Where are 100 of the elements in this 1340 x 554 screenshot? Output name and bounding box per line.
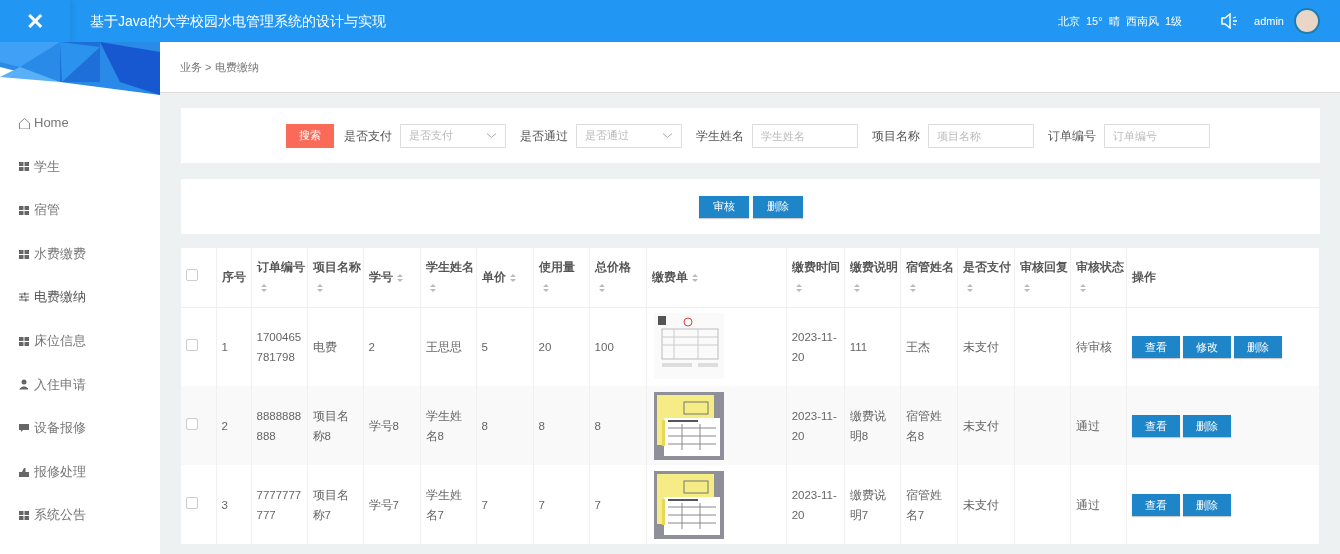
- thumb-icon: [18, 465, 30, 478]
- search-button[interactable]: 搜索: [285, 123, 334, 148]
- table-cell: 20: [538, 340, 552, 353]
- column-header[interactable]: 订单编号: [256, 257, 305, 278]
- table-cell: 未支付: [962, 419, 999, 432]
- app-title: 基于Java的大学校园水电管理系统的设计与实现: [90, 11, 386, 31]
- column-header: 序号: [221, 269, 246, 286]
- toolbar-button[interactable]: 审核: [698, 195, 749, 218]
- grid-icon: [18, 247, 30, 260]
- table-cell: 1: [221, 340, 228, 353]
- sidebar-item[interactable]: Home: [0, 101, 160, 145]
- column-header[interactable]: 学生姓名: [425, 257, 474, 278]
- table-cell: 2: [221, 419, 228, 432]
- grid-icon: [18, 204, 30, 216]
- sidebar-item[interactable]: 入住申请: [0, 362, 160, 407]
- grid-icon: [18, 334, 30, 347]
- column-header[interactable]: 总价格: [594, 257, 631, 278]
- table-cell: 学号7: [368, 498, 399, 511]
- sort-icon[interactable]: [541, 283, 550, 294]
- user-name[interactable]: admin: [1254, 12, 1284, 30]
- sort-icon[interactable]: [794, 283, 803, 294]
- row-checkbox[interactable]: [186, 417, 198, 430]
- column-header[interactable]: 宿管姓名: [905, 257, 954, 278]
- speaker-icon[interactable]: [1220, 13, 1239, 29]
- table-cell: 7777777777: [256, 488, 302, 521]
- column-header[interactable]: 单价: [481, 267, 506, 288]
- toolbar-button[interactable]: 删除: [752, 195, 803, 218]
- sort-icon[interactable]: [852, 283, 861, 294]
- table-cell: 5: [481, 340, 488, 353]
- column-header[interactable]: 审核状态: [1075, 257, 1124, 278]
- sort-icon[interactable]: [428, 283, 437, 294]
- sort-icon[interactable]: [315, 283, 324, 294]
- action-button[interactable]: 删除: [1182, 414, 1231, 437]
- select-all-checkbox[interactable]: [186, 269, 198, 282]
- table-cell: 8: [538, 419, 545, 432]
- column-header[interactable]: 缴费时间: [791, 257, 840, 278]
- action-button[interactable]: 修改: [1182, 335, 1231, 358]
- action-button[interactable]: 查看: [1131, 335, 1180, 358]
- sort-icon[interactable]: [690, 273, 699, 284]
- sort-icon[interactable]: [1022, 283, 1031, 294]
- sidebar-item[interactable]: 宿管: [0, 188, 160, 232]
- field-label: 项目名称: [871, 127, 920, 145]
- table-cell: 8888888888: [256, 409, 302, 442]
- table-cell: 2: [368, 340, 375, 353]
- table-cell: 缴费说明7: [849, 488, 886, 521]
- row-checkbox[interactable]: [186, 496, 198, 509]
- table-cell: 王杰: [905, 340, 930, 353]
- table-cell: 8: [594, 419, 601, 432]
- table-cell: 2023-11-20: [791, 409, 837, 442]
- sort-icon[interactable]: [965, 283, 974, 294]
- sidebar-item[interactable]: 报修处理: [0, 449, 160, 494]
- table-cell: 111: [849, 340, 868, 353]
- table-cell: 8: [481, 419, 488, 432]
- sort-icon[interactable]: [395, 273, 404, 284]
- column-header[interactable]: 是否支付: [962, 257, 1011, 278]
- comment-icon: [18, 421, 30, 434]
- table-cell: 通过: [1075, 419, 1100, 432]
- field-label: 订单编号: [1047, 127, 1096, 145]
- sort-icon[interactable]: [908, 283, 917, 294]
- table-cell: 7: [481, 498, 488, 511]
- column-header[interactable]: 缴费说明: [849, 257, 898, 278]
- sidebar-item[interactable]: 电费缴纳: [0, 275, 160, 319]
- action-button[interactable]: 删除: [1182, 493, 1231, 516]
- caret-icon: [661, 132, 673, 139]
- input-field[interactable]: 学生姓名: [751, 123, 858, 148]
- column-header[interactable]: 项目名称: [312, 257, 361, 278]
- column-header[interactable]: 使用量: [538, 257, 575, 278]
- sidebar-item[interactable]: 系统公告: [0, 493, 160, 537]
- weather-text: 北京 15° 晴 西南风 1级: [1057, 13, 1183, 29]
- avatar[interactable]: [1294, 8, 1320, 34]
- table-cell: 未支付: [962, 498, 999, 511]
- sort-icon[interactable]: [597, 283, 606, 294]
- user-icon: [18, 378, 30, 391]
- column-header[interactable]: 学号: [368, 267, 393, 288]
- table-cell: 通过: [1075, 498, 1100, 511]
- column-header[interactable]: 审核回复: [1019, 257, 1068, 278]
- action-button[interactable]: 删除: [1233, 335, 1282, 358]
- action-button[interactable]: 查看: [1131, 414, 1180, 437]
- action-button[interactable]: 查看: [1131, 493, 1180, 516]
- sidebar-item[interactable]: 设备报修: [0, 406, 160, 450]
- column-header[interactable]: 缴费单: [651, 267, 688, 288]
- field-label: 学生姓名: [695, 127, 744, 145]
- sidebar-item[interactable]: 水费缴费: [0, 231, 160, 276]
- home-icon: [18, 116, 30, 129]
- input-field[interactable]: 项目名称: [927, 123, 1034, 148]
- row-checkbox[interactable]: [186, 338, 198, 351]
- sort-icon[interactable]: [508, 273, 517, 284]
- table-cell: 7: [594, 498, 601, 511]
- field-label: 是否支付: [343, 127, 392, 145]
- table-cell: 宿管姓名7: [905, 488, 942, 521]
- sidebar-item[interactable]: 学生: [0, 144, 160, 189]
- table-cell: 100: [594, 340, 614, 353]
- table-cell: 王思思: [425, 340, 462, 353]
- sort-icon[interactable]: [259, 283, 268, 294]
- sidebar-item[interactable]: 床位信息: [0, 318, 160, 363]
- sort-icon[interactable]: [1078, 283, 1087, 294]
- table-cell: 学生姓名8: [425, 409, 462, 442]
- close-button[interactable]: ✕: [0, 0, 70, 42]
- table-cell: 1700465781798: [256, 330, 302, 363]
- grid-icon: [18, 509, 30, 522]
